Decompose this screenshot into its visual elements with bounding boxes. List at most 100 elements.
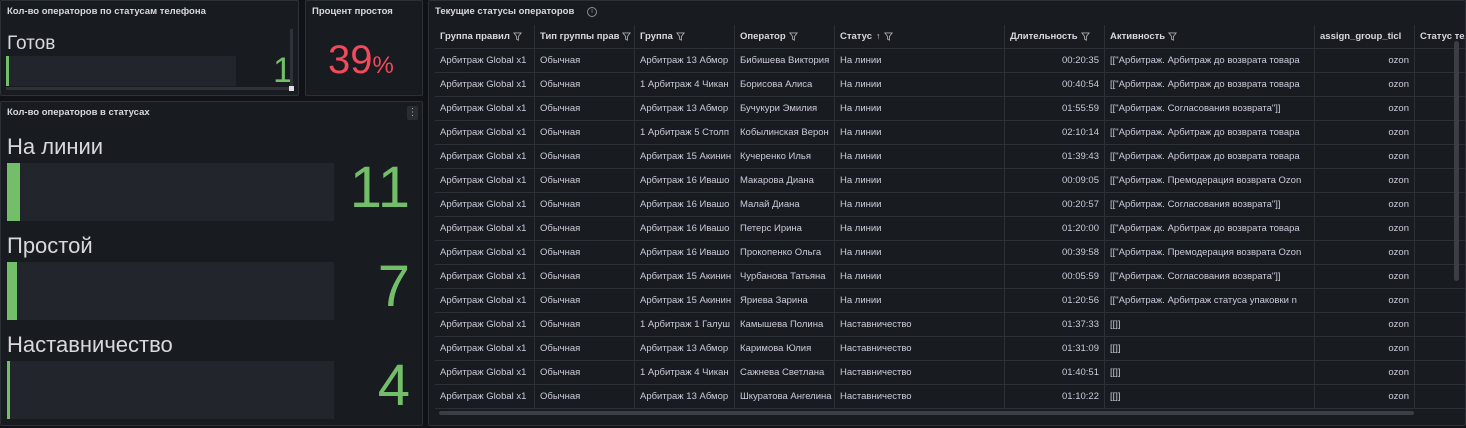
table-cell: Арбитраж Global x1 (435, 121, 535, 145)
table-cell: 01:31:09 (1005, 337, 1105, 361)
table-row[interactable]: Арбитраж Global x1 Обычная 1 Арбитраж 4 Чи… (435, 73, 1465, 97)
table-cell: Шкуратова Ангелина (735, 385, 835, 409)
table-cell: [["Арбитраж. Арбитраж до возврата товара (1105, 217, 1315, 241)
table-row[interactable]: Арбитраж Global x1 Обычная 1 Арбитраж 5 Ст… (435, 121, 1465, 145)
table-row[interactable]: Арбитраж Global x1 Обычная Арбитраж 15 Аки… (435, 145, 1465, 169)
table-cell: ozon (1315, 73, 1415, 97)
column-header-label: Группа (640, 31, 673, 42)
table-row[interactable]: Арбитраж Global x1 Обычная Арбитраж 16 Ива… (435, 217, 1465, 241)
table-cell: На линии (835, 169, 1005, 193)
table-cell: [[]] (1105, 313, 1315, 337)
table-cell: [[]] (1105, 361, 1315, 385)
table-cell: [["Арбитраж. Арбитраж до возврата товара (1105, 73, 1315, 97)
info-icon[interactable]: i (587, 7, 597, 17)
table-cell: На линии (835, 49, 1005, 73)
status-row-bar (7, 163, 334, 221)
table-cell: Обычная (535, 145, 635, 169)
column-header[interactable]: Группа правил (435, 25, 535, 49)
resize-handle[interactable] (289, 86, 294, 91)
table-cell: Арбитраж 15 Акинин (635, 265, 735, 289)
table-row[interactable]: Арбитраж Global x1 Обычная Арбитраж 16 Ива… (435, 193, 1465, 217)
table-cell: Обычная (535, 313, 635, 337)
panel-title: Кол-во операторов по статусам телефона (7, 6, 206, 17)
panel-menu-icon[interactable]: ⋮ (407, 106, 418, 120)
table-row[interactable]: Арбитраж Global x1 Обычная 1 Арбитраж 4 Чи… (435, 361, 1465, 385)
table-row[interactable]: Арбитраж Global x1 Обычная Арбитраж 15 Аки… (435, 289, 1465, 313)
table-cell: 01:20:00 (1005, 217, 1105, 241)
table-cell: [["Арбитраж. Премодерация возврата Ozon (1105, 169, 1315, 193)
table-row[interactable]: Арбитраж Global x1 Обычная Арбитраж 16 Ива… (435, 169, 1465, 193)
table-cell: Яриева Зарина (735, 289, 835, 313)
column-header[interactable]: Оператор (735, 25, 835, 49)
column-header[interactable]: Активность (1105, 25, 1315, 49)
table-cell: Обычная (535, 217, 635, 241)
filter-icon[interactable] (675, 32, 685, 41)
filter-icon[interactable] (1080, 32, 1090, 41)
table-cell: Бибишева Виктория (735, 49, 835, 73)
horizontal-scrollbar[interactable] (6, 87, 291, 90)
table-cell: Арбитраж Global x1 (435, 313, 535, 337)
table-row[interactable]: Арбитраж Global x1 Обычная Арбитраж 15 Аки… (435, 265, 1465, 289)
table-row[interactable]: Арбитраж Global x1 Обычная 1 Арбитраж 1 Га… (435, 313, 1465, 337)
table-cell: ozon (1315, 121, 1415, 145)
sort-asc-icon[interactable]: ↑ (876, 25, 881, 48)
table-cell: Обычная (535, 337, 635, 361)
status-row-bar-fill (7, 163, 21, 221)
column-header[interactable]: Группа (635, 25, 735, 49)
table-cell: [["Арбитраж. Согласования возврата"]] (1105, 265, 1315, 289)
status-row-value: 11 (349, 155, 410, 220)
table-cell: Обычная (535, 121, 635, 145)
table-cell: Чурбанова Татьяна (735, 265, 835, 289)
table-cell: 1 Арбитраж 5 Столп (635, 121, 735, 145)
table-cell: Наставничество (835, 385, 1005, 409)
table-cell: ozon (1315, 241, 1415, 265)
table-row[interactable]: Арбитраж Global x1 Обычная Арбитраж 13 Абм… (435, 97, 1465, 121)
table-cell: Арбитраж Global x1 (435, 289, 535, 313)
table-cell: 01:37:33 (1005, 313, 1105, 337)
table-cell: Наставничество (835, 361, 1005, 385)
filter-icon[interactable] (512, 32, 522, 41)
table-cell: Арбитраж Global x1 (435, 145, 535, 169)
table-cell: Борисова Алиса (735, 73, 835, 97)
table-cell: На линии (835, 217, 1005, 241)
table-cell: 00:20:57 (1005, 193, 1105, 217)
filter-icon[interactable] (883, 32, 893, 41)
filter-icon[interactable] (788, 32, 798, 41)
table-cell: Арбитраж Global x1 (435, 97, 535, 121)
table-cell: ozon (1315, 361, 1415, 385)
table-cell: Петерс Ирина (735, 217, 835, 241)
vertical-scrollbar[interactable] (1454, 41, 1459, 281)
table-cell: 00:40:54 (1005, 73, 1105, 97)
table-cell: Арбитраж 13 Абмор (635, 97, 735, 121)
table-cell: На линии (835, 289, 1005, 313)
panel-title: Процент простоя (312, 6, 393, 17)
table-cell (1415, 385, 1465, 409)
column-header[interactable]: assign_group_ticl (1315, 25, 1415, 49)
column-header-label: Активность (1110, 31, 1166, 42)
table-cell: ozon (1315, 265, 1415, 289)
table-row[interactable]: Арбитраж Global x1 Обычная Арбитраж 13 Абм… (435, 337, 1465, 361)
table-cell: Арбитраж 13 Абмор (635, 49, 735, 73)
column-header[interactable]: Статус ↑ (835, 25, 1005, 49)
table-row[interactable]: Арбитраж Global x1 Обычная Арбитраж 13 Абм… (435, 49, 1465, 73)
table-row[interactable]: Арбитраж Global x1 Обычная Арбитраж 16 Ива… (435, 241, 1465, 265)
table-cell: На линии (835, 73, 1005, 97)
table-cell: 01:20:56 (1005, 289, 1105, 313)
table-cell: [["Арбитраж. Арбитраж до возврата товара (1105, 145, 1315, 169)
column-header[interactable]: Длительность (1005, 25, 1105, 49)
filter-icon[interactable] (622, 32, 632, 41)
table-cell: Макарова Диана (735, 169, 835, 193)
table-cell: ozon (1315, 385, 1415, 409)
filter-icon[interactable] (1168, 32, 1178, 41)
table-row[interactable]: Арбитраж Global x1 Обычная Арбитраж 13 Абм… (435, 385, 1465, 409)
vertical-scrollbar[interactable] (290, 29, 293, 91)
column-header[interactable]: Тип группы прав (535, 25, 635, 49)
table-cell: 01:40:51 (1005, 361, 1105, 385)
idle-number: 39 (328, 38, 373, 82)
table-cell (1415, 289, 1465, 313)
status-bar-fill (6, 56, 9, 86)
table-cell: Обычная (535, 289, 635, 313)
horizontal-scrollbar[interactable] (439, 411, 1414, 415)
table-cell: Наставничество (835, 337, 1005, 361)
table-cell: Кобылинская Верон (735, 121, 835, 145)
